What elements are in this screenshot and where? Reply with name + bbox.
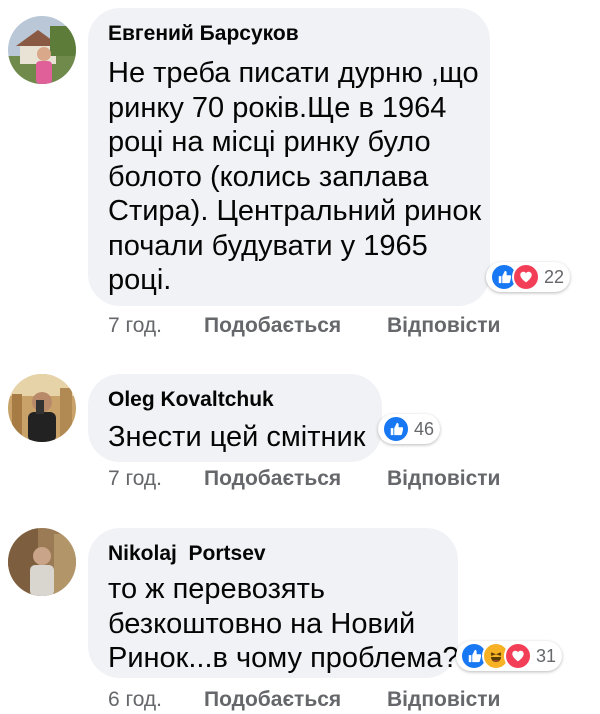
like-icon [382,415,410,443]
comment-text: Знести цей смітник [108,420,365,455]
comment-author[interactable]: Евгений Барсуков [108,22,299,46]
comment-text-line: Знести цей смітник [108,421,366,453]
comment-text-line: Ринок...в чому проблема? [108,642,459,674]
love-icon [504,642,532,670]
reaction-count: 22 [544,266,565,287]
like-button[interactable]: Подобається [204,314,387,338]
like-button[interactable]: Подобається [204,688,387,712]
comment-text-line: ринку 70 років.Ще в 1964 [108,91,447,124]
avatar[interactable] [8,16,76,84]
comment-timestamp[interactable]: 6 год. [108,688,204,712]
reply-button[interactable]: Відповісти [387,688,500,712]
avatar[interactable] [8,374,76,442]
comment-text-line: Стира). Центральний ринок [108,195,482,227]
comment-text: Не треба писати дурню ,що ринку 70 років… [108,56,481,298]
comment-author[interactable]: Nikolaj Portsev [108,542,266,566]
comment-text-line: Не треба писати дурню ,що [108,57,479,89]
reaction-count: 46 [414,418,435,439]
comment-text-line: то ж перевозять [108,573,325,605]
comment-actions: 6 год. Подобається Відповісти [108,688,500,712]
comment-text-line: році. [108,264,172,296]
reaction-summary[interactable]: 46 [378,414,441,444]
reply-button[interactable]: Відповісти [387,314,500,338]
avatar[interactable] [8,528,76,596]
reply-button[interactable]: Відповісти [387,467,500,491]
comment-text: то ж перевозять безкоштовно на Новий Рин… [108,572,459,676]
reaction-count: 31 [536,645,557,666]
comment-text-line: болото (колись заплава [108,160,429,193]
like-button[interactable]: Подобається [204,467,387,491]
comment-text-line: році на місці ринку було [108,126,431,158]
comment-bubble: Евгений Барсуков Не треба писати дурню ,… [88,8,490,306]
comment-text-line: безкоштовно на Новий [108,607,416,640]
comment-text-line: почали будувати у 1965 [108,229,428,262]
comment-actions: 7 год. Подобається Відповісти [108,467,500,491]
reaction-summary[interactable]: 31 [456,641,563,671]
comment-bubble: Oleg Kovaltchuk Знести цей смітник [88,374,382,462]
comment-timestamp[interactable]: 7 год. [108,467,204,491]
comment-bubble: Nikolaj Portsev то ж перевозять безкошто… [88,528,459,678]
reaction-summary[interactable]: 22 [486,262,571,292]
comment-actions: 7 год. Подобається Відповісти [108,314,500,338]
comment-timestamp[interactable]: 7 год. [108,314,204,338]
comment-author[interactable]: Oleg Kovaltchuk [108,388,274,412]
love-icon [512,263,540,291]
